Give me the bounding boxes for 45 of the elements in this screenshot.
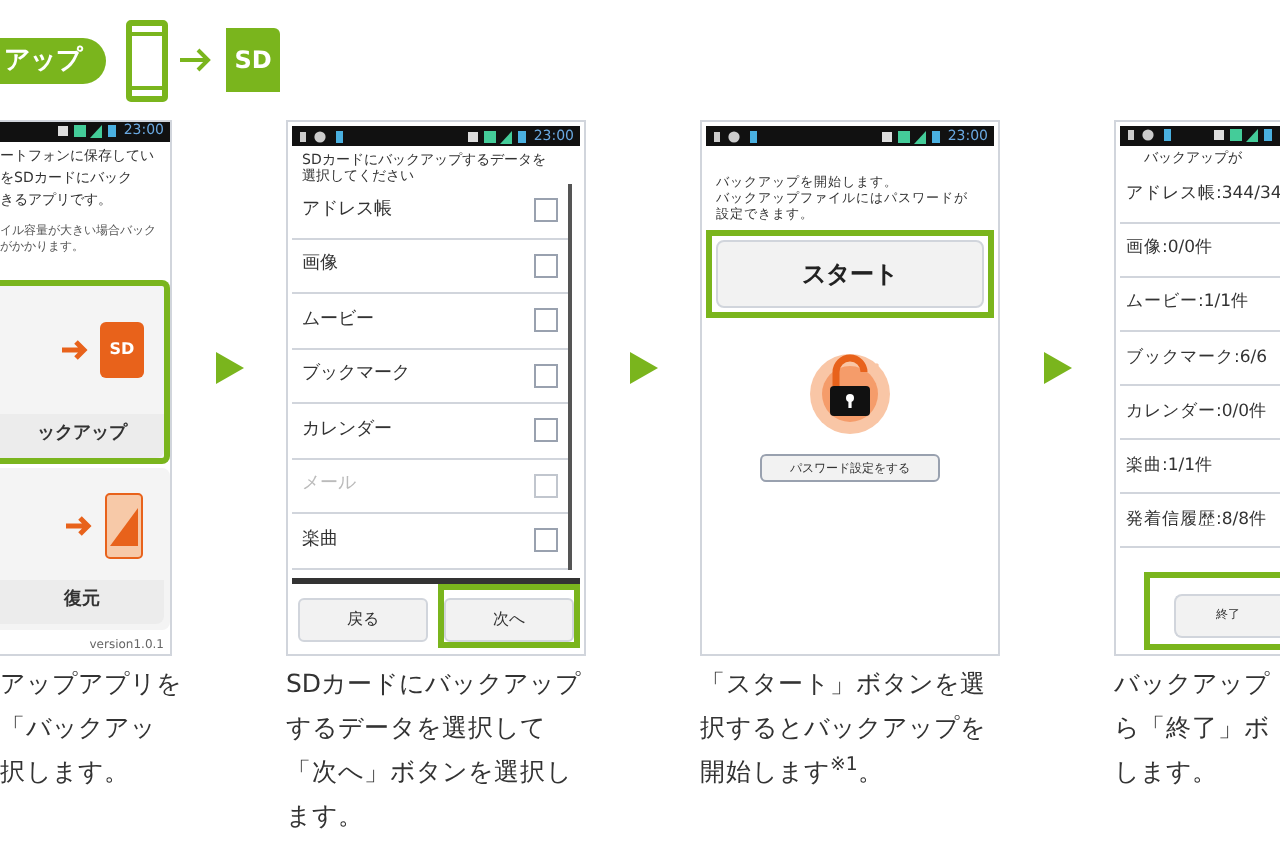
result-row: ブックマーク:6/6	[1126, 345, 1268, 371]
checkbox[interactable]	[534, 198, 558, 223]
signal-battery-drawing	[467, 129, 528, 143]
checklist-label: 楽曲	[302, 527, 340, 553]
result-row: 発着信履歴:8/8件	[1126, 508, 1268, 534]
notification-icons-drawing	[1126, 128, 1174, 143]
step-caption: SDカードにバックアップ するデータを選択して 「次へ」ボタンを選択し ます。	[286, 666, 584, 834]
result-row: アドレス帳:344/34	[1126, 182, 1280, 208]
nav-button[interactable]: 戻る	[298, 598, 428, 642]
step-caption: バックアップ ら「終了」ボ します。	[1114, 666, 1272, 790]
result-row: 楽曲:1/1件	[1126, 453, 1214, 480]
start-button[interactable]: スタート	[716, 240, 984, 308]
notification-icons-drawing	[298, 129, 346, 143]
sd-card-icon: SD	[100, 321, 144, 378]
result-row: 画像:0/0件	[1126, 236, 1214, 262]
nav-button[interactable]: 次へ	[444, 598, 574, 642]
checkbox[interactable]	[534, 308, 558, 333]
checkbox[interactable]	[534, 253, 558, 278]
checklist-label: カレンダー	[302, 417, 394, 443]
checklist-label: メール	[302, 472, 358, 498]
checklist-label: 画像	[302, 252, 340, 278]
result-row: ムービー:1/1件	[1126, 290, 1250, 317]
right-arrow-icon	[64, 514, 92, 539]
next-step-arrow-icon	[1043, 352, 1071, 384]
phone-icon	[126, 19, 168, 101]
step-caption: 「スタート」ボタンを選 択するとバックアップを 開始します$^{※1}$。	[700, 666, 988, 790]
right-arrow-icon	[60, 337, 88, 362]
notification-icons-drawing	[712, 129, 760, 143]
section-title-pill: アップ	[0, 37, 106, 83]
checkbox[interactable]	[534, 418, 558, 443]
checkbox[interactable]	[534, 363, 558, 388]
result-row: カレンダー:0/0件	[1126, 399, 1268, 425]
right-arrow-icon	[178, 46, 212, 74]
checklist-label: ブックマーク	[302, 362, 412, 388]
signal-battery-drawing	[881, 129, 942, 143]
next-step-arrow-icon	[629, 352, 657, 384]
sd-card-icon: SD	[226, 28, 280, 92]
phone-icon	[104, 492, 144, 561]
signal-battery-drawing	[1214, 128, 1274, 143]
checkbox[interactable]	[534, 528, 558, 553]
checklist-label: アドレス帳	[302, 197, 394, 223]
checklist-label: ムービー	[302, 307, 376, 333]
app-menu-card[interactable]: 復元	[0, 467, 170, 630]
next-step-arrow-icon	[215, 352, 243, 384]
app-menu-card[interactable]: SD ックアップ	[0, 279, 170, 464]
